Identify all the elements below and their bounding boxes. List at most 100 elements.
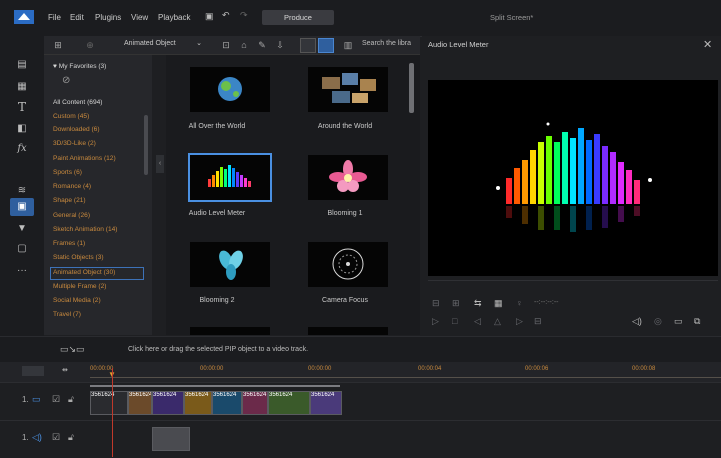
category-item[interactable]: Romance (4) [53,183,91,190]
category-item[interactable]: Travel (7) [53,311,81,318]
transition-room-icon[interactable]: ◧ [14,122,30,136]
display-settings-icon[interactable]: ▦ [494,298,503,309]
fast-forward-icon[interactable]: ▷ [516,316,523,327]
timeline-clip[interactable]: 3561624 [184,391,212,415]
timeline-clip[interactable]: 3561624 [242,391,268,415]
timeline-clip[interactable]: 3561624 [310,391,342,415]
list-view-button[interactable] [300,38,316,53]
timeline-ruler[interactable]: ⇹ 00:00:00 00:00:00 00:00:00 00:00:04 00… [0,362,721,382]
category-item[interactable]: 3D/3D-Like (2) [53,140,96,147]
snapshot-icon[interactable]: ⊞ [452,298,460,309]
category-item[interactable]: Paint Animations (12) [53,155,116,162]
subtitle-toggle-icon[interactable]: ⊟ [534,316,542,327]
lock-icon[interactable]: ⊟ [432,298,440,309]
effect-room-icon[interactable]: ▦ [14,80,30,94]
flower-thumbnail-icon [329,160,367,192]
category-item[interactable]: General (26) [53,212,90,219]
category-item[interactable]: Shape (21) [53,197,86,204]
category-item-selected[interactable]: Animated Object (30) [53,269,115,276]
media-room-icon[interactable]: ▤ [14,58,30,72]
track-lock-icon[interactable]: 🔓︎ [68,432,74,443]
category-item[interactable]: Custom (45) [53,113,89,120]
download-icon[interactable]: ⇩ [274,39,286,51]
undo-icon[interactable]: ↶ [222,10,230,21]
category-item[interactable]: Sports (6) [53,169,82,176]
add-object-icon[interactable]: ⊡ [220,39,232,51]
track-number: 1. [22,433,29,442]
paint-icon[interactable]: ✎ [256,39,268,51]
camera-icon[interactable]: ◎ [654,316,662,327]
category-dropdown[interactable]: Animated Object ⌄ [124,38,202,50]
timeline-audio-clip[interactable] [152,427,190,451]
sort-icon[interactable]: ▥ [342,39,354,51]
thumbnail-partial[interactable] [308,327,388,335]
pip-track-icon[interactable]: ▭↘▭ [60,344,85,355]
category-item[interactable]: All Content (694) [53,99,102,106]
collapse-panel-button[interactable]: ‹ [156,155,164,173]
tag-icon[interactable]: ⊘ [62,75,70,86]
close-icon[interactable]: ✕ [703,38,712,51]
category-item[interactable]: Sketch Animation (14) [53,226,118,233]
pip-object-room-icon[interactable]: ▣ [14,200,30,214]
category-item[interactable]: Social Media (2) [53,297,101,304]
designer-icon[interactable]: ⌂ [238,39,250,51]
dock-icon[interactable]: ▭ [674,316,683,327]
pip-hint-text[interactable]: Click here or drag the selected PIP obje… [128,346,308,353]
category-scrollbar[interactable] [144,115,148,175]
thumbnail-blooming-1[interactable] [308,155,388,200]
menu-file[interactable]: File [48,13,61,22]
thumbnail-all-over-the-world[interactable] [190,67,270,112]
category-item[interactable]: Multiple Frame (2) [53,283,107,290]
photo-collage-thumbnail-icon [322,73,376,103]
next-frame-icon[interactable]: △ [494,316,501,327]
volume-knob-icon[interactable]: ♀ [516,298,523,308]
grid-scrollbar[interactable] [409,63,414,113]
grid-view-button[interactable] [318,38,334,53]
link-icon[interactable]: ⊕ [84,39,96,51]
search-input[interactable]: Search the libra [362,38,416,50]
timeline-clip[interactable]: 3561624 [268,391,310,415]
subtitle-room-icon[interactable]: ▢ [14,242,30,256]
thumbnail-partial[interactable] [190,327,270,335]
redo-icon[interactable]: ↷ [240,10,248,21]
mark-in-icon[interactable]: ⇆ [474,298,482,309]
category-item[interactable]: Frames (1) [53,240,85,247]
import-icon[interactable]: ⊞ [52,39,64,51]
volume-icon[interactable]: ◁) [632,316,642,327]
thumbnail-around-the-world[interactable] [308,67,388,112]
filter-room-icon[interactable]: ▼ [14,222,30,236]
timeline-mode-button[interactable] [22,366,44,376]
more-rooms-icon[interactable]: ··· [14,264,30,278]
stop-icon[interactable]: □ [452,316,457,326]
undock-icon[interactable]: ⧉ [694,316,700,327]
particle-room-icon[interactable]: ≋ [14,184,30,198]
preview-screen[interactable] [428,80,718,276]
save-icon[interactable]: ▣ [205,11,214,22]
thumbnail-blooming-2[interactable] [190,242,270,287]
menu-playback[interactable]: Playback [158,13,190,22]
menu-plugins[interactable]: Plugins [95,13,121,22]
track-enable-checkbox[interactable]: ☑ [52,432,60,443]
track-lock-icon[interactable]: 🔓︎ [68,394,74,405]
timeline-clip[interactable]: 3561624 [90,391,128,415]
category-item[interactable]: Static Objects (3) [53,254,104,261]
previous-frame-icon[interactable]: ◁ [474,316,481,327]
my-favorites-item[interactable]: ♥ My Favorites (3) [53,63,106,70]
category-item[interactable]: Downloaded (6) [53,126,100,133]
thumbnail-camera-focus[interactable] [308,242,388,287]
chevron-down-icon: ⌄ [196,40,202,47]
video-track-1: 1. ▭ ☑ 🔓︎ 3561624 3561624 3561624 356162… [0,382,721,421]
fx-room-icon[interactable]: fx [14,142,30,156]
window-title: Split Screen* [490,13,534,22]
produce-button[interactable]: Produce [262,10,334,25]
timeline-clip[interactable]: 3561624 [128,391,152,415]
play-icon[interactable]: ▷ [432,316,439,327]
menu-edit[interactable]: Edit [70,13,84,22]
fit-timeline-icon[interactable]: ⇹ [62,366,68,374]
title-room-icon[interactable]: T [14,100,30,114]
timeline-clip[interactable]: 3561624 [212,391,242,415]
track-enable-checkbox[interactable]: ☑ [52,394,60,405]
thumbnail-audio-level-meter[interactable] [188,153,272,202]
menu-view[interactable]: View [131,13,148,22]
timeline-clip[interactable]: 3561624 [152,391,184,415]
